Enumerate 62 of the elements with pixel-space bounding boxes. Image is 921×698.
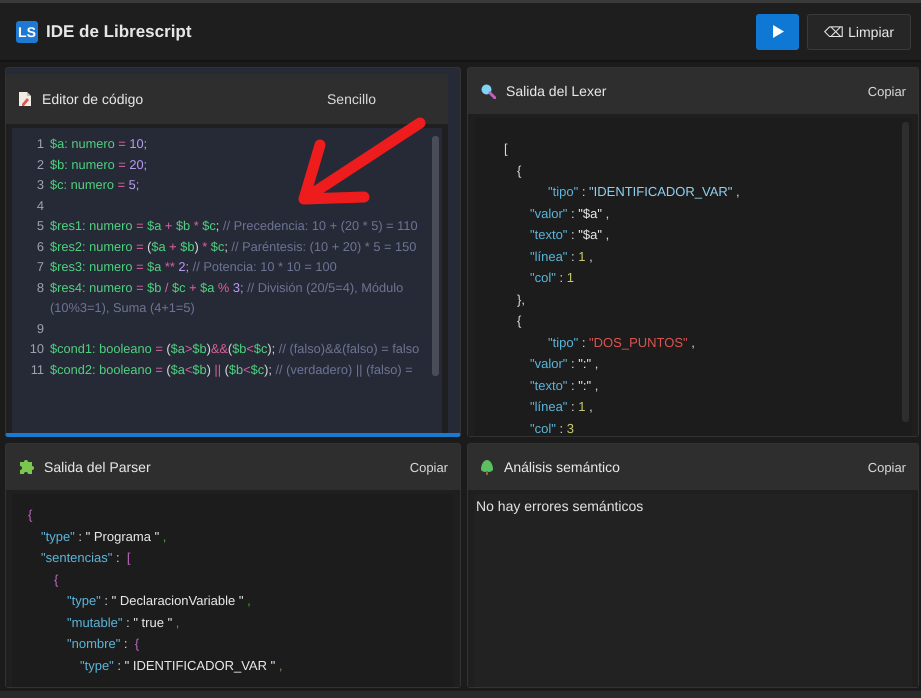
panel-title: Salida del Parser — [44, 459, 151, 475]
document-icon — [18, 91, 32, 107]
code-line: $b: numero = 20; — [50, 156, 148, 174]
json-line: }, — [517, 290, 526, 309]
magnifier-icon — [480, 83, 496, 99]
json-line: { — [28, 506, 34, 524]
line-number: 3 — [36, 176, 45, 194]
json-line: "texto" : ":" , — [530, 376, 600, 394]
logo-badge: LS — [16, 20, 38, 42]
json-line: "línea" : 1 , — [530, 248, 594, 266]
code-line: $res1: numero = $a + $b * $c; // Precedencia: 10 + (20 * 5) = 110 — [50, 217, 419, 235]
code-line: $res2: numero = ($a + $b) * $c; // Paréntesis: (10 + 20) * 5 = 150 — [50, 238, 418, 256]
line-number: 10 — [28, 340, 45, 358]
copy-button[interactable]: Copiar — [864, 82, 910, 100]
line-number: 2 — [36, 156, 45, 174]
json-line: "type" : " IDENTIFICADOR_VAR " , — [80, 656, 284, 675]
mode-button[interactable]: Sencillo — [322, 89, 380, 109]
panel-title: Salida del Lexer — [506, 83, 606, 99]
json-line: "línea" : 1 , — [530, 398, 594, 416]
line-number: 7 — [36, 258, 45, 276]
line-number: 5 — [36, 217, 45, 235]
json-line: "type" : " Programa " , — [41, 528, 168, 546]
line-number: 1 — [36, 135, 45, 153]
code-line: $cond1: booleano = ($a>$b)&&($b<$c); // (falso)&&(falso) = falso — [50, 340, 420, 358]
status-message: No hay errores semánticos — [476, 498, 644, 514]
json-line: "col" : 3 — [530, 420, 575, 436]
code-line: $cond2: booleano = ($a<$b) || ($b<$c); // (verdadero) || (falso) = — [50, 360, 414, 379]
json-line: "col" : 1 — [530, 269, 575, 287]
line-number: 4 — [36, 196, 45, 214]
json-line: { — [517, 312, 522, 330]
panel-title: Análisis semántico — [504, 459, 620, 475]
play-icon — [772, 25, 784, 38]
json-line: "nombre" : { — [67, 635, 140, 653]
scrollbar[interactable] — [432, 136, 439, 376]
clear-button[interactable]: ⌫ Limpiar — [807, 14, 911, 50]
copy-button[interactable]: Copiar — [864, 458, 910, 476]
json-line: "mutable" : " true " , — [67, 614, 180, 632]
line-number: 9 — [36, 320, 45, 338]
json-line: "valor" : ":" , — [530, 355, 600, 373]
puzzle-icon — [18, 459, 34, 475]
copy-button[interactable]: Copiar — [406, 458, 452, 476]
json-line: { — [517, 162, 522, 180]
json-line: { — [54, 570, 60, 589]
code-line: $res3: numero = $a ** 2; // Potencia: 10 * 10 = 100 — [50, 258, 338, 276]
line-number: 11 — [30, 360, 45, 378]
code-line: $res4: numero = $b / $c + $a % 3; // División (20/5=4), Módulo (10%3=1), Suma (4+1=5) — [50, 278, 404, 317]
json-line: "tipo" : "DOS_PUNTOS" , — [547, 334, 696, 352]
json-line: "tipo" : "IDENTIFICADOR_VAR" , — [547, 183, 741, 201]
line-number: 8 — [36, 278, 45, 296]
json-line: "texto" : "$a" , — [530, 226, 610, 244]
run-button[interactable] — [756, 14, 800, 50]
panel-title: Editor de código — [42, 90, 144, 109]
code-line: $c: numero = 5; — [50, 176, 140, 194]
app-title: IDE de Librescript — [46, 22, 192, 42]
json-line: "type" : " DeclaracionVariable " , — [67, 592, 252, 610]
line-number: 6 — [36, 238, 45, 256]
json-line: "sentencias" : [ — [41, 549, 132, 567]
code-editor[interactable] — [12, 128, 442, 433]
json-line: "valor" : "$a" , — [530, 204, 610, 222]
json-line: [ — [504, 140, 509, 158]
tree-icon — [480, 459, 494, 475]
code-line: $a: numero = 10; — [50, 135, 148, 153]
